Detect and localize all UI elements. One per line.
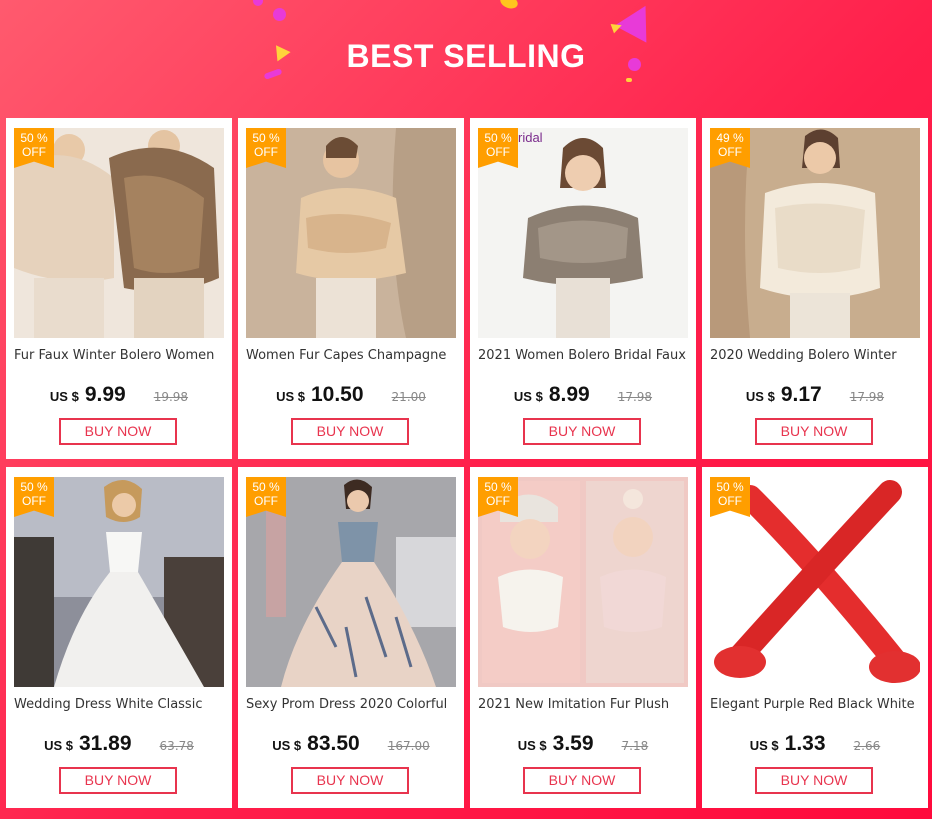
original-price: 63.78 <box>159 739 194 753</box>
original-price: 17.98 <box>617 390 653 404</box>
currency: US $ <box>517 738 547 753</box>
price-row: US $ 31.89 63.78 <box>6 732 232 756</box>
original-price: 21.00 <box>391 390 426 404</box>
confetti <box>253 0 263 6</box>
price-row: US $ 10.50 21.00 <box>238 383 464 407</box>
product-title[interactable]: Women Fur Capes Champagne <box>246 348 460 363</box>
buy-now-button[interactable]: BUY NOW <box>291 767 409 794</box>
product-title[interactable]: Sexy Prom Dress 2020 Colorful <box>246 697 460 712</box>
original-price: 19.98 <box>153 390 189 404</box>
price-row: US $ 83.50 167.00 <box>238 732 464 756</box>
currency: US $ <box>49 389 79 404</box>
product-card[interactable]: 49 % OFF 2020 Wedding Bolero Winter US $… <box>702 118 928 459</box>
currency: US $ <box>272 738 302 753</box>
sale-price: 10.50 <box>310 383 364 406</box>
product-title[interactable]: 2020 Wedding Bolero Winter <box>710 348 924 363</box>
currency: US $ <box>513 389 543 404</box>
buy-now-button[interactable]: BUY NOW <box>755 767 873 794</box>
original-price: 7.18 <box>621 739 649 753</box>
buy-now-button[interactable]: BUY NOW <box>523 418 641 445</box>
product-title[interactable]: Elegant Purple Red Black White <box>710 697 924 712</box>
currency: US $ <box>44 738 73 753</box>
currency: US $ <box>745 389 775 404</box>
product-card[interactable]: 50 % OFF Fur Faux Winter Bolero Women US… <box>6 118 232 459</box>
product-card[interactable]: 50 % OFF Women Fur Capes Champagne US $1… <box>238 118 464 459</box>
price-row: US $ 8.99 17.98 <box>470 383 696 407</box>
sale-price: 8.99 <box>548 383 590 406</box>
product-card[interactable]: 50 % OFF Elegant Purple Red Black White … <box>702 467 928 808</box>
product-card[interactable]: 50 % OFF 2021 New Imitation Fur Plush US… <box>470 467 696 808</box>
buy-now-button[interactable]: BUY NOW <box>59 767 177 794</box>
product-title[interactable]: Wedding Dress White Classic <box>14 697 228 712</box>
product-card[interactable]: ridal 50 % OFF 2021 Women Bolero Bridal … <box>470 118 696 459</box>
sale-price: 3.59 <box>552 732 594 755</box>
price-row: US $ 3.59 7.18 <box>470 732 696 756</box>
sale-price: 31.89 <box>78 732 132 755</box>
currency: US $ <box>276 389 305 404</box>
product-card[interactable]: 50 % OFF Wedding Dress White Classic US … <box>6 467 232 808</box>
product-title[interactable]: Fur Faux Winter Bolero Women <box>14 348 228 363</box>
price-row: US $ 9.99 19.98 <box>6 383 232 407</box>
confetti <box>273 8 286 21</box>
buy-now-button[interactable]: BUY NOW <box>755 418 873 445</box>
sale-price: 1.33 <box>784 732 826 755</box>
buy-now-button[interactable]: BUY NOW <box>59 418 177 445</box>
product-grid: 50 % OFF Fur Faux Winter Bolero Women US… <box>6 118 928 808</box>
currency: US $ <box>749 738 779 753</box>
confetti <box>614 0 662 43</box>
buy-now-button[interactable]: BUY NOW <box>291 418 409 445</box>
original-price: 167.00 <box>387 739 430 753</box>
sale-price: 9.99 <box>84 383 126 406</box>
section-heading: BEST SELLING <box>346 38 586 74</box>
price-row: US $ 1.33 2.66 <box>702 732 928 756</box>
sale-price: 83.50 <box>307 732 360 755</box>
product-title[interactable]: 2021 New Imitation Fur Plush <box>478 697 692 712</box>
original-price: 17.98 <box>849 390 885 404</box>
buy-now-button[interactable]: BUY NOW <box>523 767 641 794</box>
image-overlay-text: ridal <box>518 130 543 145</box>
price-row: US $ 9.17 17.98 <box>702 383 928 407</box>
sale-price: 9.17 <box>780 383 822 406</box>
confetti <box>498 0 520 11</box>
confetti <box>626 78 632 82</box>
product-card[interactable]: 50 % OFF Sexy Prom Dress 2020 Colorful U… <box>238 467 464 808</box>
product-title[interactable]: 2021 Women Bolero Bridal Faux <box>478 348 692 363</box>
original-price: 2.66 <box>853 739 881 753</box>
